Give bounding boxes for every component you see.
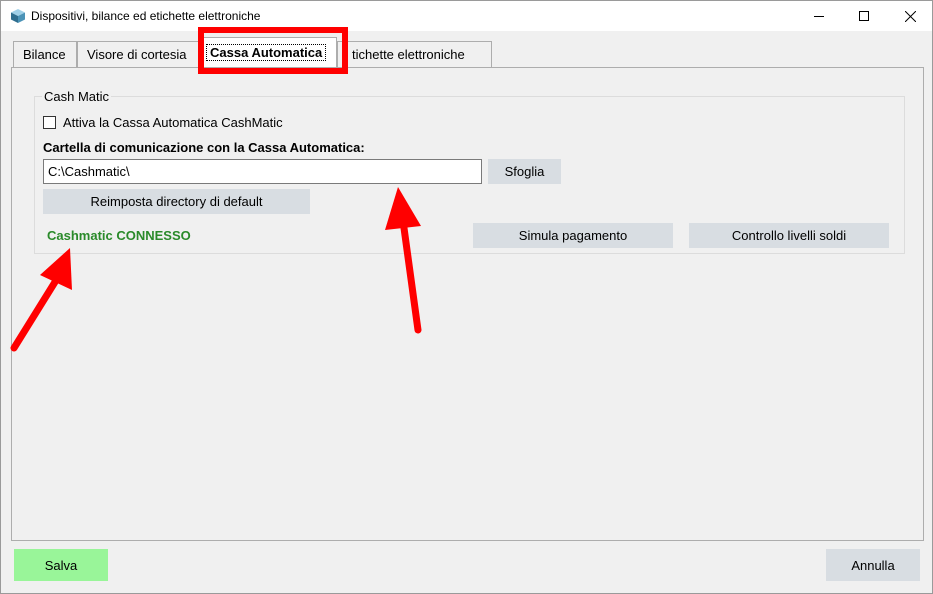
tab-label: Visore di cortesia — [87, 47, 187, 62]
connection-status: Cashmatic CONNESSO — [47, 228, 191, 243]
browse-button[interactable]: Sfoglia — [488, 159, 561, 184]
tab-label: Bilance — [23, 47, 66, 62]
enable-cashmatic-label: Attiva la Cassa Automatica CashMatic — [63, 115, 283, 130]
title-bar: Dispositivi, bilance ed etichette elettr… — [1, 1, 932, 31]
cancel-button[interactable]: Annulla — [826, 549, 920, 581]
enable-cashmatic-checkbox-row[interactable]: Attiva la Cassa Automatica CashMatic — [43, 115, 283, 130]
tab-label: Cassa Automatica — [206, 44, 327, 61]
folder-label: Cartella di comunicazione con la Cassa A… — [43, 140, 365, 155]
cashmatic-groupbox: Cash Matic Attiva la Cassa Automatica Ca… — [34, 89, 905, 254]
tab-visore-di-cortesia[interactable]: Visore di cortesia — [77, 41, 199, 67]
tab-etichette-elettroniche[interactable]: tichette elettroniche — [337, 41, 492, 67]
close-button[interactable] — [887, 1, 933, 31]
cube-app-icon — [11, 9, 25, 23]
maximize-icon — [859, 11, 869, 21]
maximize-button[interactable] — [841, 1, 887, 31]
reset-default-directory-button[interactable]: Reimposta directory di default — [43, 189, 310, 214]
tab-cassa-automatica[interactable]: Cassa Automatica — [199, 37, 337, 67]
tab-content-panel: Cash Matic Attiva la Cassa Automatica Ca… — [11, 67, 924, 541]
folder-path-input[interactable]: C:\Cashmatic\ — [43, 159, 482, 184]
enable-cashmatic-checkbox[interactable] — [43, 116, 56, 129]
minimize-icon — [814, 15, 824, 17]
window-title: Dispositivi, bilance ed etichette elettr… — [31, 9, 261, 23]
minimize-button[interactable] — [796, 1, 842, 31]
tab-bilance[interactable]: Bilance — [13, 41, 77, 67]
dialog-window: Dispositivi, bilance ed etichette elettr… — [0, 0, 933, 594]
groupbox-legend: Cash Matic — [42, 89, 112, 104]
simulate-payment-button[interactable]: Simula pagamento — [473, 223, 673, 248]
save-button[interactable]: Salva — [14, 549, 108, 581]
check-cash-levels-button[interactable]: Controllo livelli soldi — [689, 223, 889, 248]
close-icon — [904, 10, 916, 22]
tab-label: tichette elettroniche — [352, 47, 465, 62]
